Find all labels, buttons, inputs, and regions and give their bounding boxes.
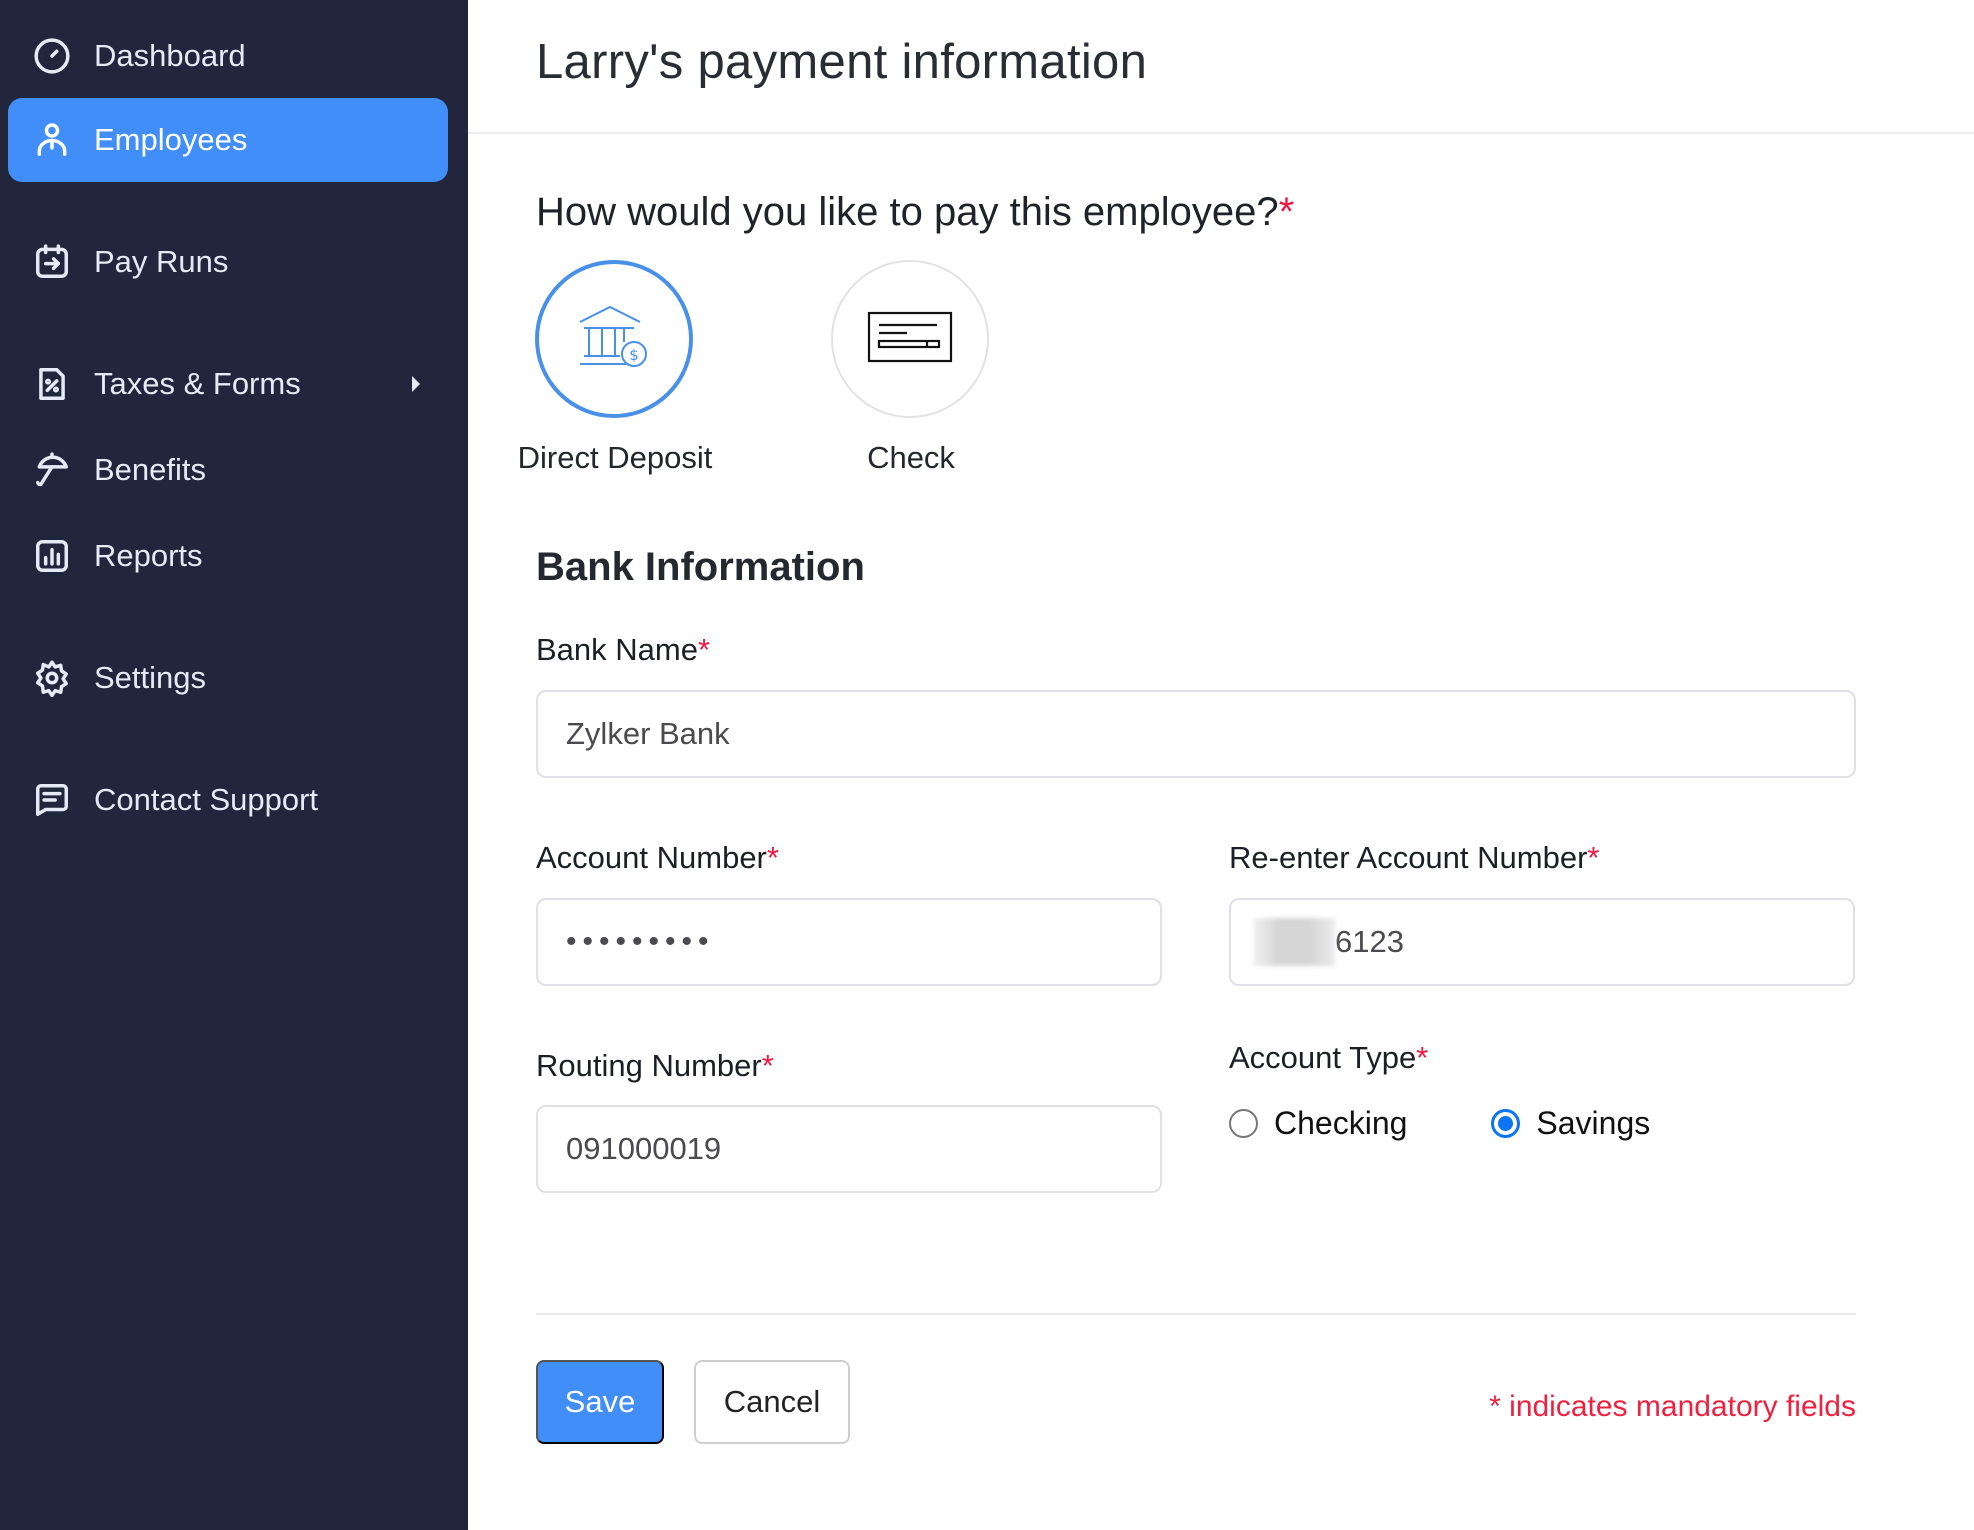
radio-savings-circle[interactable]: [1491, 1109, 1521, 1138]
sidebar-item-dashboard[interactable]: Dashboard: [8, 14, 448, 98]
sidebar-item-taxes-forms[interactable]: Taxes & Forms: [8, 342, 448, 426]
check-circle[interactable]: [831, 260, 989, 418]
redacted-blur: [1253, 918, 1335, 966]
account-number-input[interactable]: •••••••••: [536, 898, 1162, 986]
gear-icon: [32, 658, 72, 698]
sidebar-item-label: Benefits: [94, 452, 207, 487]
sidebar-item-label: Employees: [94, 122, 248, 157]
sidebar-item-label: Taxes & Forms: [94, 366, 301, 401]
account-type-label-text: Account Type: [1229, 1040, 1417, 1075]
radio-savings[interactable]: Savings: [1491, 1105, 1650, 1142]
account-number-label: Account Number*: [536, 840, 779, 876]
account-number-label-text: Account Number: [536, 840, 767, 875]
sidebar-item-label: Contact Support: [94, 782, 319, 817]
account-type-radio-group: Checking Savings: [1229, 1105, 1650, 1142]
bank-name-label: Bank Name*: [536, 632, 710, 668]
cancel-button[interactable]: Cancel: [694, 1360, 850, 1444]
radio-checking-label: Checking: [1274, 1105, 1408, 1141]
percent-document-icon: [32, 364, 72, 404]
reenter-account-number-suffix: 6123: [1335, 924, 1404, 959]
radio-checking[interactable]: Checking: [1229, 1105, 1407, 1142]
page-header: Larry's payment information: [468, 0, 1974, 134]
routing-number-label-text: Routing Number: [536, 1048, 762, 1083]
reenter-account-number-input[interactable]: 6123: [1229, 898, 1855, 986]
required-marker: *: [766, 840, 779, 875]
sidebar-item-reports[interactable]: Reports: [8, 514, 448, 598]
question-text: How would you like to pay this employee?: [536, 190, 1279, 234]
mandatory-fields-note: * indicates mandatory fields: [1489, 1390, 1856, 1423]
app-root: Dashboard Employees Pay Runs Taxes & For…: [0, 0, 1974, 1530]
required-marker: *: [1416, 1040, 1429, 1075]
routing-number-input[interactable]: 091000019: [536, 1105, 1162, 1193]
required-marker: *: [761, 1048, 774, 1083]
bank-name-value: Zylker Bank: [566, 716, 730, 751]
caret-right-icon[interactable]: [412, 376, 420, 392]
page-title: Larry's payment information: [536, 35, 1148, 89]
bar-chart-icon: [32, 536, 72, 576]
bank-name-label-text: Bank Name: [536, 632, 698, 667]
sidebar-item-label: Pay Runs: [94, 244, 229, 279]
form-footer-divider: [536, 1313, 1856, 1315]
required-marker: *: [697, 632, 711, 667]
user-icon: [32, 120, 72, 160]
account-type-label: Account Type*: [1229, 1040, 1428, 1076]
sidebar: Dashboard Employees Pay Runs Taxes & For…: [0, 0, 468, 1530]
payment-method-question: How would you like to pay this employee?…: [536, 190, 1294, 235]
required-marker: *: [1278, 190, 1295, 234]
payment-option-direct-deposit[interactable]: $ Direct Deposit: [518, 260, 712, 475]
bank-name-input[interactable]: Zylker Bank: [536, 690, 1856, 778]
chat-icon: [32, 780, 72, 820]
payment-option-check[interactable]: Check: [831, 260, 991, 475]
sidebar-item-label: Reports: [94, 538, 203, 573]
required-marker: *: [1587, 840, 1600, 875]
sidebar-item-settings[interactable]: Settings: [8, 636, 448, 720]
radio-savings-label: Savings: [1536, 1105, 1651, 1141]
svg-text:$: $: [629, 346, 639, 364]
reenter-account-number-label-text: Re-enter Account Number: [1229, 840, 1588, 875]
direct-deposit-label: Direct Deposit: [517, 440, 713, 475]
check-document-icon: [867, 311, 953, 368]
sidebar-item-pay-runs[interactable]: Pay Runs: [8, 220, 448, 304]
calendar-arrow-icon: [32, 242, 72, 282]
bank-information-heading: Bank Information: [536, 545, 865, 589]
dashboard-gauge-icon: [32, 36, 72, 76]
routing-number-label: Routing Number*: [536, 1048, 774, 1084]
sidebar-item-label: Settings: [94, 660, 207, 695]
routing-number-value: 091000019: [566, 1131, 722, 1166]
check-label: Check: [867, 440, 955, 475]
bank-dollar-icon: $: [574, 302, 654, 377]
save-button[interactable]: Save: [536, 1360, 664, 1444]
sidebar-item-label: Dashboard: [94, 38, 246, 73]
main-content: Larry's payment information How would yo…: [468, 0, 1974, 1530]
umbrella-icon: [32, 450, 72, 490]
radio-checking-circle[interactable]: [1229, 1109, 1258, 1138]
sidebar-item-contact-support[interactable]: Contact Support: [8, 758, 448, 842]
direct-deposit-circle[interactable]: $: [535, 260, 693, 418]
reenter-account-number-label: Re-enter Account Number*: [1229, 840, 1599, 876]
account-number-masked-value: •••••••••: [566, 925, 715, 958]
sidebar-item-benefits[interactable]: Benefits: [8, 428, 448, 512]
sidebar-item-employees[interactable]: Employees: [8, 98, 448, 182]
